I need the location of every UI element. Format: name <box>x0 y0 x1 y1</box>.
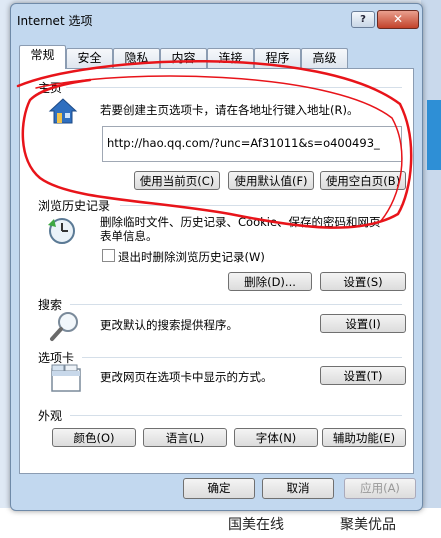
tab-programs[interactable]: 程序 <box>254 48 301 68</box>
title-bar[interactable]: Internet 选项 ? ✕ <box>11 4 422 34</box>
tab-general[interactable]: 常规 <box>19 45 66 69</box>
homepage-url-input[interactable]: http://hao.qq.com/?unc=Af31011&s=o400493… <box>102 126 402 162</box>
languages-button[interactable]: 语言(L) <box>143 428 227 447</box>
internet-options-dialog: Internet 选项 ? ✕ 常规 安全 隐私 内容 连接 程序 高级 主页 … <box>10 3 423 511</box>
tabs-description: 更改网页在选项卡中显示的方式。 <box>100 370 273 384</box>
fonts-button[interactable]: 字体(N) <box>234 428 318 447</box>
tab-content[interactable]: 内容 <box>160 48 207 68</box>
apply-button[interactable]: 应用(A) <box>344 478 416 499</box>
background-link-gome[interactable]: 国美在线 <box>228 514 284 534</box>
section-divider <box>66 87 402 88</box>
section-divider <box>120 205 402 206</box>
homepage-section-title: 主页 <box>38 81 63 95</box>
use-default-button[interactable]: 使用默认值(F) <box>228 171 314 190</box>
tabs-window-icon <box>51 364 81 392</box>
tab-privacy[interactable]: 隐私 <box>113 48 160 68</box>
history-clock-icon <box>48 218 75 244</box>
section-divider <box>82 357 402 358</box>
history-description-line2: 表单信息。 <box>100 229 158 243</box>
search-description: 更改默认的搜索提供程序。 <box>100 318 238 332</box>
search-magnifier-icon <box>50 312 78 341</box>
home-icon <box>48 98 78 124</box>
appearance-section-title: 外观 <box>38 409 63 423</box>
general-tab-panel: 主页 若要创建主页选项卡，请在各地址行键入地址(R)。 http://hao.q… <box>19 68 414 474</box>
delete-history-button[interactable]: 删除(D)... <box>228 272 312 291</box>
delete-on-exit-checkbox[interactable] <box>102 249 115 262</box>
search-settings-button[interactable]: 设置(I) <box>320 314 406 333</box>
history-section-title: 浏览历史记录 <box>38 199 111 213</box>
accessibility-button[interactable]: 辅助功能(E) <box>322 428 406 447</box>
cancel-button[interactable]: 取消 <box>262 478 334 499</box>
use-blank-button[interactable]: 使用空白页(B) <box>320 171 406 190</box>
history-settings-button[interactable]: 设置(S) <box>320 272 406 291</box>
homepage-url-value: http://hao.qq.com/?unc=Af31011&s=o400493… <box>107 136 380 150</box>
use-current-button[interactable]: 使用当前页(C) <box>134 171 220 190</box>
delete-on-exit-label[interactable]: 退出时删除浏览历史记录(W) <box>118 249 265 265</box>
background-banner <box>427 100 441 170</box>
background-link-jumei[interactable]: 聚美优品 <box>340 514 396 534</box>
tab-connections[interactable]: 连接 <box>207 48 254 68</box>
tab-security[interactable]: 安全 <box>66 48 113 68</box>
homepage-description: 若要创建主页选项卡，请在各地址行键入地址(R)。 <box>100 103 359 117</box>
help-button[interactable]: ? <box>351 11 375 28</box>
close-button[interactable]: ✕ <box>377 10 419 29</box>
section-divider <box>70 304 402 305</box>
section-divider <box>70 415 402 416</box>
background-page-edge <box>421 0 441 538</box>
dialog-title: Internet 选项 <box>17 14 93 28</box>
ok-button[interactable]: 确定 <box>183 478 255 499</box>
colors-button[interactable]: 颜色(O) <box>52 428 136 447</box>
tab-advanced[interactable]: 高级 <box>301 48 348 68</box>
tabs-settings-button[interactable]: 设置(T) <box>320 366 406 385</box>
